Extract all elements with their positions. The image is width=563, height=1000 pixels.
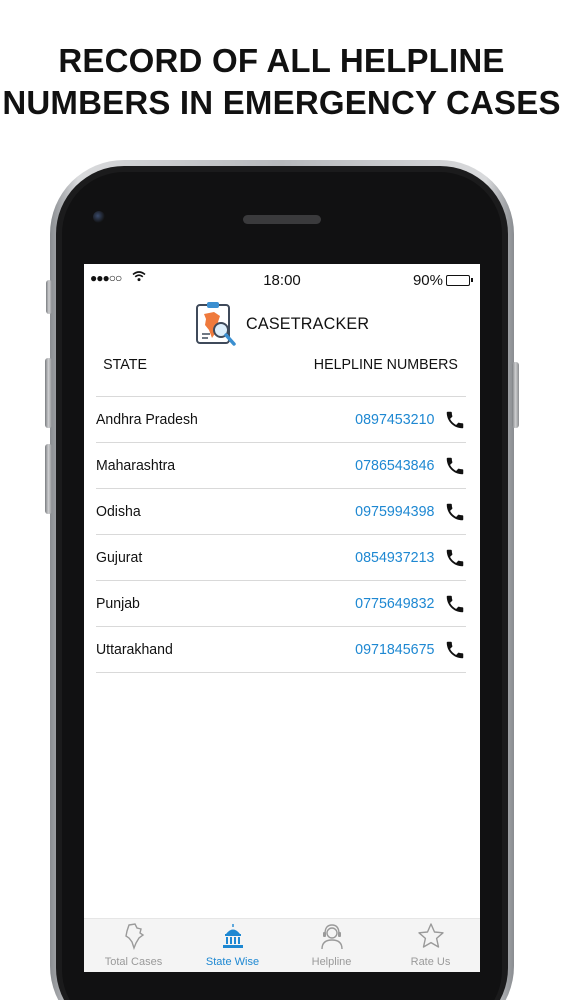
tab-helpline[interactable]: Helpline [282,919,381,972]
headset-agent-icon [318,922,346,956]
table-row: Gujurat 0854937213 [96,535,466,581]
app-title: CASETRACKER [246,314,370,333]
tab-rate-us[interactable]: Rate Us [381,919,480,972]
battery-indicator: 90% [412,272,473,289]
battery-icon [446,275,473,286]
table-row: Odisha 0975994398 [96,489,466,535]
tab-total-cases[interactable]: Total Cases [84,919,183,972]
state-name: Uttarakhand [96,641,173,658]
helpline-number-link[interactable]: 0971845675 [355,641,434,658]
call-icon[interactable] [444,409,466,431]
app-header: CASETRACKER [194,299,376,349]
status-bar: ●●●○○ 18:00 90% [84,264,480,296]
helpline-number-link[interactable]: 0786543846 [355,457,434,474]
helpline-number-link[interactable]: 0975994398 [355,503,434,520]
call-icon[interactable] [444,501,466,523]
helpline-contact: 0975994398 [351,501,466,523]
call-icon[interactable] [444,639,466,661]
helpline-contact: 0786543846 [351,455,466,477]
volume-up-button [45,358,52,428]
helpline-contact: 0897453210 [351,409,466,431]
state-name: Punjab [96,595,140,612]
column-header-helpline: HELPLINE NUMBERS [314,356,459,373]
table-row: Andhra Pradesh 0897453210 [96,397,466,443]
headline-line-1: RECORD OF ALL HELPLINE [58,42,505,79]
tab-label: Rate Us [410,956,451,968]
state-name: Maharashtra [96,457,176,474]
bottom-tab-bar: Total Cases State Wise Helpline Rate Us [84,918,480,972]
power-button [512,362,519,428]
table-row: Uttarakhand 0971845675 [96,627,466,673]
state-name: Odisha [96,503,141,520]
call-icon[interactable] [444,593,466,615]
table-header: STATE HELPLINE NUMBERS [102,356,462,384]
helpline-contact: 0971845675 [351,639,466,661]
helpline-contact: 0854937213 [351,547,466,569]
star-icon [417,922,445,956]
call-icon[interactable] [444,455,466,477]
column-header-state: STATE [103,356,147,373]
promo-headline: RECORD OF ALL HELPLINE NUMBERS IN EMERGE… [0,40,563,124]
earpiece-speaker [243,215,321,224]
tab-label: Total Cases [104,956,163,968]
helpline-number-link[interactable]: 0897453210 [355,411,434,428]
tab-label: State Wise [205,956,260,968]
state-name: Andhra Pradesh [96,411,198,428]
helpline-number-link[interactable]: 0775649832 [355,595,434,612]
battery-percent: 90% [412,272,443,289]
front-camera [93,211,105,223]
table-row: Punjab 0775649832 [96,581,466,627]
helpline-number-link[interactable]: 0854937213 [355,549,434,566]
helpline-contact: 0775649832 [351,593,466,615]
volume-down-button [45,444,52,514]
app-screen: ●●●○○ 18:00 90% CASETRACKER STATE HELPLI… [84,264,480,972]
headline-line-2: NUMBERS IN EMERGENCY CASES [2,84,561,121]
government-building-icon [219,922,247,956]
call-icon[interactable] [444,547,466,569]
tab-state-wise[interactable]: State Wise [183,919,282,972]
state-name: Gujurat [96,549,143,566]
tab-label: Helpline [311,956,352,968]
casetracker-logo-icon [196,302,236,346]
helpline-list: Andhra Pradesh 0897453210 Maharashtra 07865… [96,396,466,673]
india-map-icon [120,922,148,956]
mute-switch [46,280,52,314]
table-row: Maharashtra 0786543846 [96,443,466,489]
